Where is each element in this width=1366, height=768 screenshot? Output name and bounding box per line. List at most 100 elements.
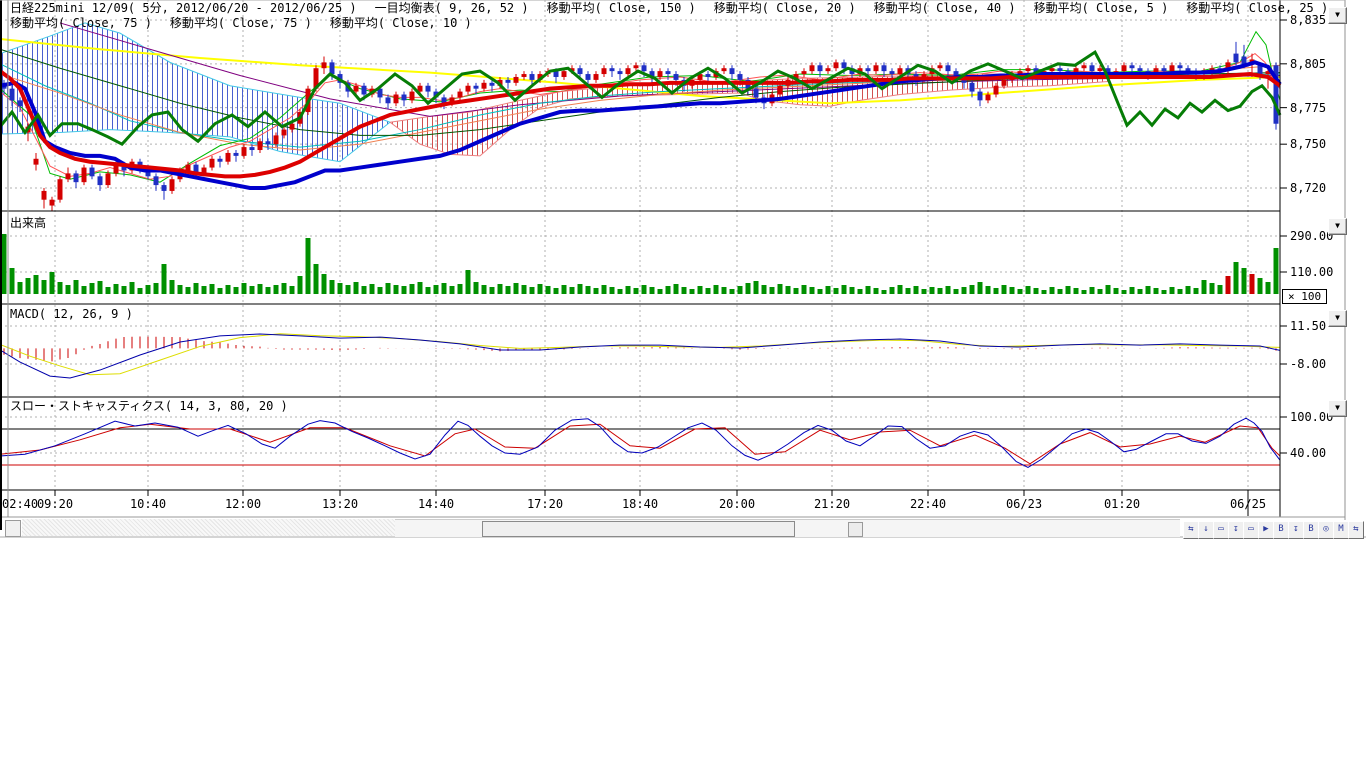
volume-bar xyxy=(322,274,327,294)
volume-bar xyxy=(346,285,351,294)
stoch-scale-dropdown[interactable]: ▼ xyxy=(1328,400,1347,417)
toolbar-button-6[interactable]: ▶ xyxy=(1258,521,1274,539)
candle xyxy=(658,71,663,77)
toolbar-button-11[interactable]: M xyxy=(1333,521,1349,539)
candle xyxy=(258,141,263,150)
volume-bar xyxy=(1002,285,1007,294)
volume-bar xyxy=(1194,288,1199,294)
candle xyxy=(514,77,519,83)
volume-bar xyxy=(914,286,919,294)
macd-axis-label: 11.50 xyxy=(1290,320,1326,332)
legend-item: 移動平均( Close, 20 ) xyxy=(714,1,856,15)
volume-bar xyxy=(1066,286,1071,294)
candle xyxy=(474,86,479,89)
volume-bar xyxy=(2,234,7,294)
volume-bar xyxy=(1186,286,1191,294)
volume-bar xyxy=(410,284,415,294)
volume-bar xyxy=(274,285,279,294)
candle xyxy=(1082,65,1087,68)
toolbar-button-12[interactable]: ⇆ xyxy=(1348,521,1364,539)
splitter-grip[interactable] xyxy=(848,522,863,537)
candle xyxy=(994,86,999,95)
price-axis-label: 8,720 xyxy=(1290,182,1326,194)
legend-row-2: 移動平均( Close, 75 )移動平均( Close, 75 )移動平均( … xyxy=(10,17,490,30)
volume-bar xyxy=(458,284,463,294)
horizontal-scrollbar-track[interactable] xyxy=(395,519,1180,537)
volume-bar xyxy=(1146,286,1151,294)
volume-bar xyxy=(402,286,407,294)
toolbar-button-4[interactable]: ↧ xyxy=(1228,521,1244,539)
volume-bar xyxy=(1042,290,1047,294)
toolbar-button-1[interactable]: ⇆ xyxy=(1183,521,1199,539)
volume-bar xyxy=(610,287,615,294)
toolbar-button-5[interactable]: ▭ xyxy=(1243,521,1259,539)
chart-canvas[interactable] xyxy=(0,0,1366,538)
candle xyxy=(1162,68,1167,71)
volume-bar xyxy=(818,289,823,294)
volume-bar xyxy=(434,285,439,294)
stoch-panel-label: スロー・ストキャスティクス( 14, 3, 80, 20 ) xyxy=(10,400,288,413)
price-scale-dropdown[interactable]: ▼ xyxy=(1328,7,1347,24)
toolbar-button-3[interactable]: ▭ xyxy=(1213,521,1229,539)
candle xyxy=(594,74,599,80)
candle xyxy=(34,159,39,165)
volume-bar xyxy=(394,285,399,294)
volume-bar xyxy=(1098,289,1103,294)
candle xyxy=(330,62,335,74)
volume-axis-label: 110.00 xyxy=(1290,266,1333,278)
volume-scale-dropdown[interactable]: ▼ xyxy=(1328,218,1347,235)
volume-bar xyxy=(186,287,191,294)
horizontal-scrollbar-thumb[interactable] xyxy=(482,521,795,537)
volume-bar xyxy=(626,286,631,294)
toolbar-button-10[interactable]: ◎ xyxy=(1318,521,1334,539)
candle xyxy=(1178,65,1183,68)
candle xyxy=(818,65,823,71)
candle xyxy=(482,83,487,89)
candle xyxy=(218,159,223,162)
candle xyxy=(274,135,279,144)
candle xyxy=(730,68,735,74)
candle xyxy=(674,74,679,80)
candle xyxy=(402,95,407,101)
toolbar-button-7[interactable]: B xyxy=(1273,521,1289,539)
volume-bar xyxy=(50,272,55,294)
volume-bar xyxy=(938,288,943,294)
volume-bar xyxy=(730,289,735,294)
volume-bar xyxy=(146,285,151,294)
volume-bar xyxy=(874,288,879,294)
volume-bar xyxy=(498,284,503,294)
candle xyxy=(754,89,759,98)
volume-bar xyxy=(426,287,431,294)
volume-bar xyxy=(178,285,183,294)
toolbar-button-2[interactable]: ↓ xyxy=(1198,521,1214,539)
volume-bar xyxy=(1114,288,1119,294)
volume-bar xyxy=(946,286,951,294)
candle xyxy=(530,74,535,80)
time-axis-label: 06/23 xyxy=(1002,498,1046,510)
candle xyxy=(978,92,983,101)
macd-scale-dropdown[interactable]: ▼ xyxy=(1328,310,1347,327)
toolbar-button-9[interactable]: B xyxy=(1303,521,1319,539)
time-axis-label: 22:40 xyxy=(906,498,950,510)
candle xyxy=(706,74,711,77)
bottom-left-button[interactable] xyxy=(5,520,21,537)
volume-bar xyxy=(1226,276,1231,294)
volume-bar xyxy=(906,288,911,294)
volume-bar xyxy=(1234,262,1239,294)
volume-bar xyxy=(930,287,935,294)
volume-bar xyxy=(490,287,495,294)
volume-bar xyxy=(298,276,303,294)
candle xyxy=(1122,65,1127,71)
volume-bar xyxy=(474,282,479,294)
volume-bar xyxy=(1274,248,1279,294)
volume-bar xyxy=(314,264,319,294)
price-axis-label: 8,835 xyxy=(1290,14,1326,26)
volume-bar xyxy=(290,286,295,294)
volume-bar xyxy=(554,288,559,294)
toolbar-button-8[interactable]: ↧ xyxy=(1288,521,1304,539)
candle xyxy=(834,62,839,68)
volume-bar xyxy=(866,286,871,294)
volume-bar xyxy=(986,286,991,294)
candle xyxy=(626,68,631,74)
volume-bar xyxy=(370,284,375,294)
